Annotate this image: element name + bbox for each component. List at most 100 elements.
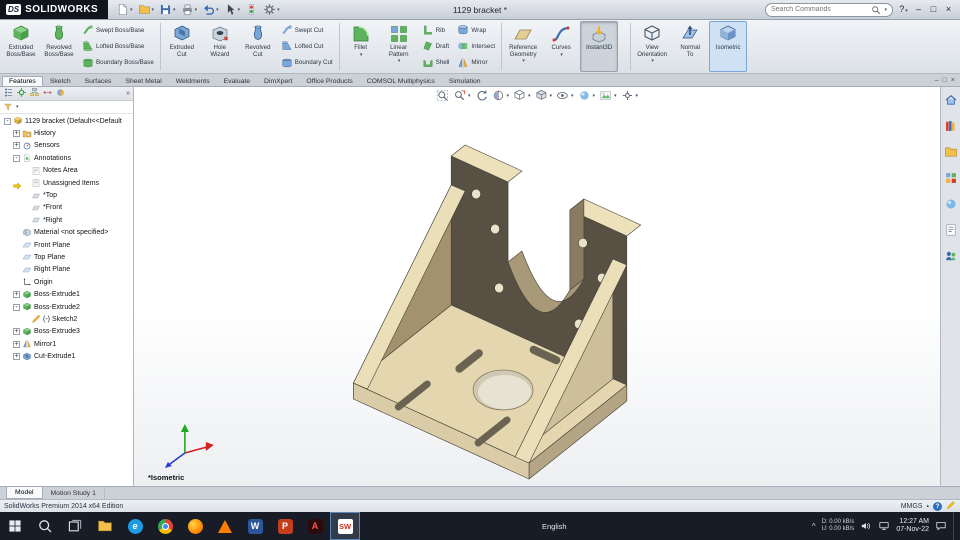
ribbon-button-isometric[interactable]: Isometric (709, 21, 748, 72)
taskbar-word[interactable]: W (240, 512, 270, 540)
tree-item-sensors[interactable]: + Sensors (0, 140, 133, 152)
file-explorer-button[interactable] (944, 145, 958, 164)
tree-item-top[interactable]: *Top (0, 189, 133, 201)
filter-dropdown-icon[interactable]: ▾ (16, 104, 19, 110)
network-icon[interactable] (878, 520, 890, 532)
document-tab-model[interactable]: Model (6, 487, 43, 499)
language-bar[interactable]: English (536, 512, 573, 540)
resources-button[interactable] (944, 93, 958, 112)
tab-office-products[interactable]: Office Products (299, 76, 359, 86)
tree-item-1129-bracket-default-default[interactable]: -1129 bracket (Default<<Default (0, 115, 133, 127)
taskbar-chrome[interactable] (150, 512, 180, 540)
tree-item-boss-extrude1[interactable]: + Boss-Extrude1 (0, 288, 133, 300)
search-input[interactable] (771, 6, 870, 13)
tree-item-right-plane[interactable]: Right Plane (0, 264, 133, 276)
tree-item-annotations[interactable]: - Annotations (0, 152, 133, 164)
ribbon-button-reference-geometry[interactable]: Reference Geometry ▾ (504, 21, 542, 72)
search-dropdown-icon[interactable]: ▾ (884, 7, 887, 13)
new-document-button[interactable]: ▾ (114, 2, 135, 18)
view-palette-button[interactable] (944, 171, 958, 190)
ribbon-button-view-orientation[interactable]: View Orientation ▾ (633, 21, 671, 72)
ribbon-button-intersect[interactable]: Intersect (455, 39, 497, 54)
tree-item-boss-extrude3[interactable]: + Boss-Extrude3 (0, 326, 133, 338)
ribbon-button-extruded-cut[interactable]: Extruded Cut (163, 21, 201, 72)
search-icon[interactable] (871, 5, 881, 15)
ribbon-button-hole-wizard[interactable]: Hole Wizard (201, 21, 239, 72)
action-center-icon[interactable] (935, 520, 947, 532)
hide-show-items-button[interactable]: ▾ (555, 89, 575, 102)
rebuild-button[interactable] (243, 2, 260, 18)
ribbon-button-swept-cut[interactable]: Swept Cut (279, 23, 335, 38)
zoom-fit-button[interactable] (435, 89, 450, 102)
document-minimize-button[interactable]: – (935, 76, 939, 86)
units-selector[interactable]: MMGS (901, 503, 923, 510)
ribbon-button-swept-boss-base[interactable]: Swept Boss/Base (80, 23, 156, 38)
tree-item-front[interactable]: *Front (0, 202, 133, 214)
ribbon-button-linear-pattern[interactable]: Linear Pattern ▾ (380, 21, 418, 72)
model-bracket[interactable] (134, 87, 940, 486)
tree-item-mirror1[interactable]: + Mirror1 (0, 338, 133, 350)
ribbon-button-boundary-cut[interactable]: Boundary Cut (279, 55, 335, 70)
tree-item-sketch2[interactable]: (-) Sketch2 (0, 313, 133, 325)
tree-expander[interactable]: + (13, 130, 20, 138)
tree-item-history[interactable]: + History (0, 127, 133, 139)
tab-dimxpert[interactable]: DimXpert (257, 76, 299, 86)
ribbon-button-curves[interactable]: Curves ▾ (542, 21, 580, 72)
ribbon-button-rib[interactable]: Rib (420, 23, 452, 38)
taskbar-adobe[interactable]: A (300, 512, 330, 540)
minimize-button[interactable]: – (912, 2, 925, 18)
ribbon-button-extruded-boss-base[interactable]: Extruded Boss/Base (2, 21, 40, 72)
ribbon-button-fillet[interactable]: Fillet ▾ (342, 21, 380, 72)
help-icon[interactable]: ? (933, 501, 942, 511)
tray-expand-icon[interactable]: ^ (812, 522, 816, 531)
ribbon-button-wrap[interactable]: Wrap (455, 23, 497, 38)
taskbar-powerpoint[interactable]: P (270, 512, 300, 540)
tree-expander[interactable]: + (13, 340, 20, 348)
taskbar-file-explorer[interactable] (90, 512, 120, 540)
open-folder-button[interactable]: ▾ (136, 2, 157, 18)
tags-pencil-icon[interactable] (946, 500, 956, 512)
tab-features[interactable]: Features (2, 76, 43, 86)
tab-sketch[interactable]: Sketch (43, 76, 78, 86)
taskbar-firefox[interactable] (180, 512, 210, 540)
appearances-button[interactable] (944, 197, 958, 216)
tab-surfaces[interactable]: Surfaces (78, 76, 119, 86)
design-library-button[interactable] (944, 119, 958, 138)
save-button[interactable]: ▾ (157, 2, 178, 18)
view-orientation-button[interactable]: ▾ (512, 89, 532, 102)
tree-item-material-not-specified[interactable]: Material <not specified> (0, 227, 133, 239)
taskbar-edge[interactable]: e (120, 512, 150, 540)
tree-item-notes-area[interactable]: Notes Area (0, 165, 133, 177)
undo-button[interactable]: ▾ (200, 2, 221, 18)
tree-item-unassigned-items[interactable]: Unassigned Items (0, 177, 133, 190)
tree-item-right[interactable]: *Right (0, 214, 133, 226)
zoom-area-button[interactable]: ▾ (452, 89, 472, 102)
help-button[interactable]: ?▾ (897, 2, 910, 18)
edit-appearance-button[interactable]: ▾ (577, 89, 597, 102)
tree-item-origin[interactable]: Origin (0, 276, 133, 288)
previous-view-button[interactable] (473, 89, 488, 102)
taskbar-solidworks[interactable]: SW (330, 512, 360, 540)
ribbon-button-shell[interactable]: Shell (420, 55, 452, 70)
tab-simulation[interactable]: Simulation (442, 76, 488, 86)
tree-expander[interactable]: + (13, 328, 20, 336)
tree-item-top-plane[interactable]: Top Plane (0, 251, 133, 263)
custom-properties-button[interactable] (944, 223, 958, 242)
scene-button[interactable]: ▾ (598, 89, 618, 102)
tree-expander[interactable]: + (13, 142, 20, 150)
tree-expander[interactable]: - (13, 303, 20, 311)
ribbon-button-boundary-boss-base[interactable]: Boundary Boss/Base (80, 55, 156, 70)
tree-item-cut-extrude1[interactable]: + Cut-Extrude1 (0, 350, 133, 362)
taskbar-vlc[interactable] (210, 512, 240, 540)
options-gear-button[interactable]: ▾ (261, 2, 282, 18)
document-close-button[interactable]: × (951, 76, 955, 86)
ribbon-button-draft[interactable]: Draft (420, 39, 452, 54)
section-view-button[interactable]: ▾ (490, 89, 510, 102)
tab-comsol-multiphysics[interactable]: COMSOL Multiphysics (360, 76, 442, 86)
taskbar-search[interactable] (30, 512, 60, 540)
tree-expander[interactable]: - (13, 154, 20, 162)
tree-expander[interactable]: + (13, 291, 20, 299)
units-dropdown-icon[interactable]: ▴ (926, 503, 929, 509)
taskbar-start[interactable] (0, 512, 30, 540)
ribbon-button-lofted-cut[interactable]: Lofted Cut (279, 39, 335, 54)
